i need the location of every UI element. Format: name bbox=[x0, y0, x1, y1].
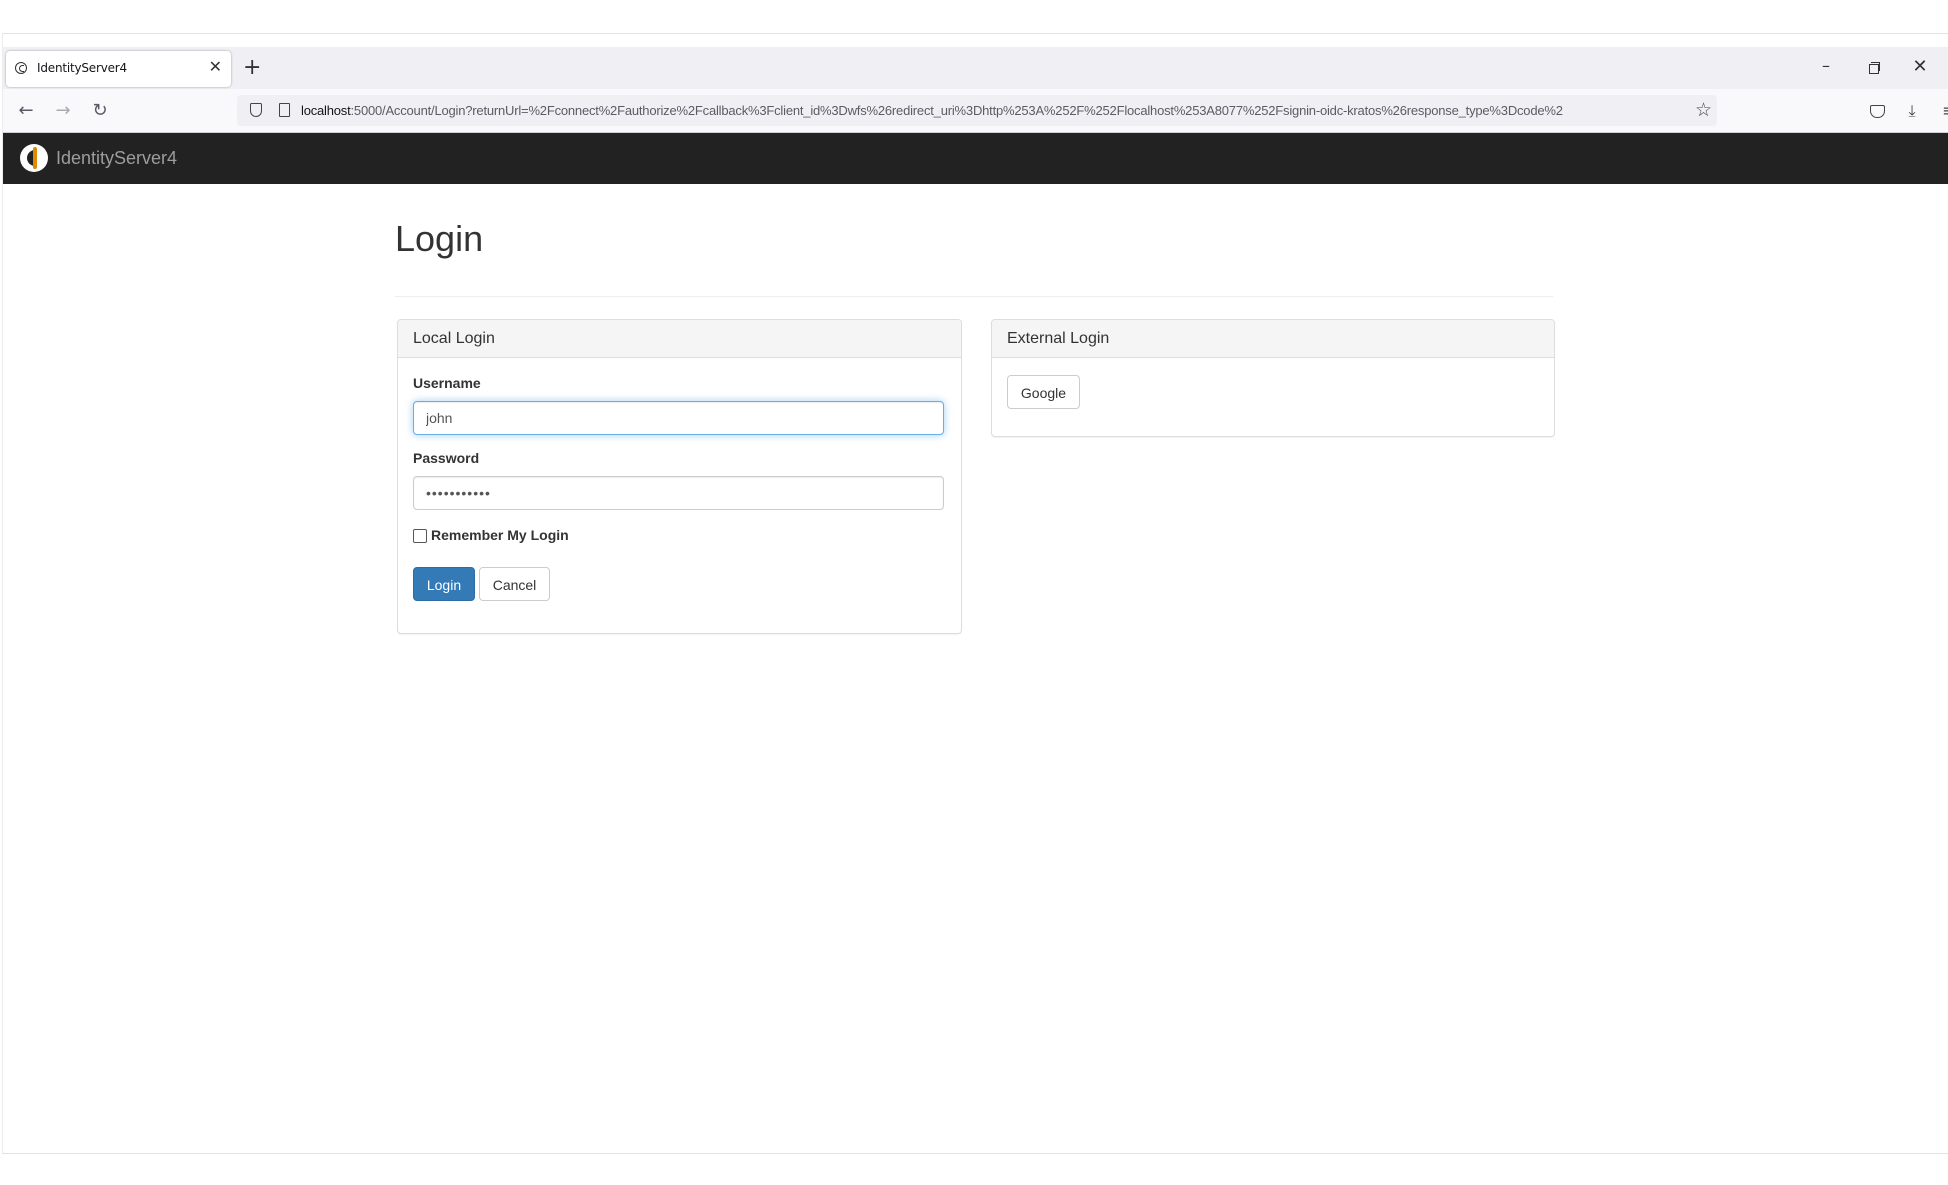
tracking-shield-icon[interactable] bbox=[250, 103, 262, 117]
url-text[interactable]: localhost:5000/Account/Login?returnUrl=%… bbox=[301, 103, 1686, 118]
app-navbar: IdentityServer4 bbox=[3, 133, 1948, 184]
pocket-icon[interactable] bbox=[1864, 98, 1890, 124]
tab-close-icon[interactable]: ✕ bbox=[209, 58, 222, 78]
remember-login-checkbox[interactable] bbox=[413, 529, 427, 543]
download-icon[interactable]: ⤓ bbox=[1899, 98, 1925, 124]
identityserver-favicon-icon bbox=[15, 62, 27, 74]
app-brand[interactable]: IdentityServer4 bbox=[56, 148, 177, 169]
username-input[interactable] bbox=[413, 401, 944, 435]
browser-toolbar: ← → ↻ localhost:5000/Account/Login?retur… bbox=[3, 89, 1948, 133]
restore-icon[interactable] bbox=[1858, 55, 1888, 81]
back-arrow-icon[interactable]: ← bbox=[13, 98, 39, 124]
browser-window: IdentityServer4 ✕ + – ✕ ← → ↻ localhost:… bbox=[2, 33, 1948, 1154]
username-label: Username bbox=[413, 375, 481, 391]
local-login-heading: Local Login bbox=[398, 320, 961, 358]
title-divider bbox=[395, 296, 1553, 297]
remember-login-label[interactable]: Remember My Login bbox=[431, 527, 569, 543]
identityserver-logo-icon[interactable] bbox=[20, 144, 48, 172]
reload-icon[interactable]: ↻ bbox=[87, 98, 113, 124]
tab-strip: IdentityServer4 ✕ + – ✕ bbox=[3, 47, 1948, 89]
tab-title: IdentityServer4 bbox=[37, 61, 127, 75]
password-input[interactable] bbox=[413, 476, 944, 510]
password-label: Password bbox=[413, 450, 480, 466]
new-tab-icon[interactable]: + bbox=[243, 56, 261, 80]
page-info-icon[interactable] bbox=[279, 103, 290, 117]
address-bar[interactable]: localhost:5000/Account/Login?returnUrl=%… bbox=[237, 95, 1717, 126]
minimize-icon[interactable]: – bbox=[1811, 55, 1841, 81]
browser-tab[interactable]: IdentityServer4 ✕ bbox=[6, 51, 231, 87]
external-login-panel: External Login Google bbox=[991, 319, 1555, 437]
bookmark-star-icon[interactable]: ☆ bbox=[1695, 98, 1712, 122]
google-login-button[interactable]: Google bbox=[1007, 375, 1080, 409]
hamburger-menu-icon[interactable]: ≡ bbox=[1936, 98, 1948, 124]
page-title: Login bbox=[395, 218, 484, 259]
login-button[interactable]: Login bbox=[413, 567, 475, 601]
forward-arrow-icon[interactable]: → bbox=[50, 98, 76, 124]
window-close-icon[interactable]: ✕ bbox=[1905, 55, 1935, 81]
external-login-heading: External Login bbox=[992, 320, 1554, 358]
url-path: :5000/Account/Login?returnUrl=%2Fconnect… bbox=[350, 103, 1563, 118]
url-host: localhost bbox=[301, 103, 351, 118]
cancel-button[interactable]: Cancel bbox=[479, 567, 550, 601]
local-login-panel: Local Login Username Password Remember M… bbox=[397, 319, 962, 634]
